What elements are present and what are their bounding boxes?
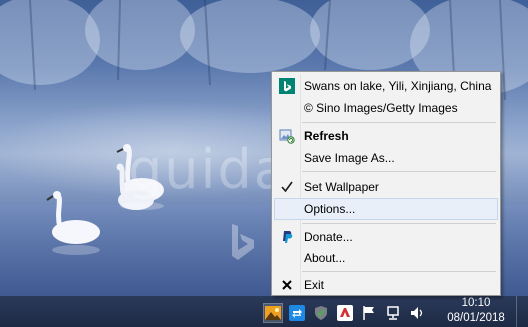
paypal-icon <box>279 229 295 245</box>
menu-separator <box>302 223 496 224</box>
clock-time: 10:10 <box>461 297 491 309</box>
menu-item-set-wallpaper[interactable]: Set Wallpaper <box>274 176 498 198</box>
menu-item-refresh[interactable]: Refresh <box>274 125 498 147</box>
volume-icon <box>411 307 423 319</box>
sync-icon <box>289 305 305 321</box>
antivirus-tray-icon[interactable] <box>336 304 354 322</box>
menu-separator <box>302 271 496 272</box>
refresh-label: Refresh <box>304 129 349 143</box>
options-label: Options... <box>304 202 356 216</box>
network-tray-icon[interactable] <box>384 304 402 322</box>
menu-item-save-image[interactable]: Save Image As... <box>274 147 498 169</box>
bing-wallpaper-context-menu: Swans on lake, Yili, Xinjiang, China © S… <box>271 71 501 296</box>
antivirus-icon <box>337 305 353 321</box>
donate-label: Donate... <box>304 230 353 244</box>
security-shield-icon <box>315 306 327 320</box>
save-image-label: Save Image As... <box>304 151 395 165</box>
about-label: About... <box>304 251 346 265</box>
show-desktop-button[interactable] <box>516 296 528 327</box>
action-center-tray-icon[interactable] <box>360 304 378 322</box>
bing-wallpaper-tray-icon[interactable] <box>263 303 283 323</box>
copyright-label: © Sino Images/Getty Images <box>304 101 458 115</box>
menu-separator <box>302 171 496 172</box>
sync-tray-icon[interactable] <box>288 304 306 322</box>
menu-item-about[interactable]: About... <box>274 247 498 269</box>
system-tray <box>263 299 432 327</box>
menu-item-image-title[interactable]: Swans on lake, Yili, Xinjiang, China <box>274 75 498 97</box>
landscape-picture-icon <box>265 306 281 320</box>
menu-item-donate[interactable]: Donate... <box>274 226 498 248</box>
close-icon <box>279 277 295 293</box>
exit-label: Exit <box>304 278 325 292</box>
flag-icon <box>363 306 374 320</box>
bing-logo-icon <box>279 78 295 94</box>
image-title-label: Swans on lake, Yili, Xinjiang, China <box>304 79 492 93</box>
bing-watermark-logo <box>232 224 254 260</box>
menu-item-options[interactable]: Options... <box>274 198 498 220</box>
menu-separator <box>302 122 496 123</box>
menu-item-exit[interactable]: Exit <box>274 274 498 296</box>
clock-date: 08/01/2018 <box>447 312 505 324</box>
volume-tray-icon[interactable] <box>408 304 426 322</box>
menu-item-copyright[interactable]: © Sino Images/Getty Images <box>274 97 498 119</box>
security-tray-icon[interactable] <box>312 304 330 322</box>
set-wallpaper-label: Set Wallpaper <box>304 180 379 194</box>
refresh-image-icon <box>279 128 295 144</box>
checkmark-icon <box>279 179 295 195</box>
taskbar-clock[interactable]: 10:10 08/01/2018 <box>440 296 512 327</box>
network-icon <box>387 306 399 320</box>
